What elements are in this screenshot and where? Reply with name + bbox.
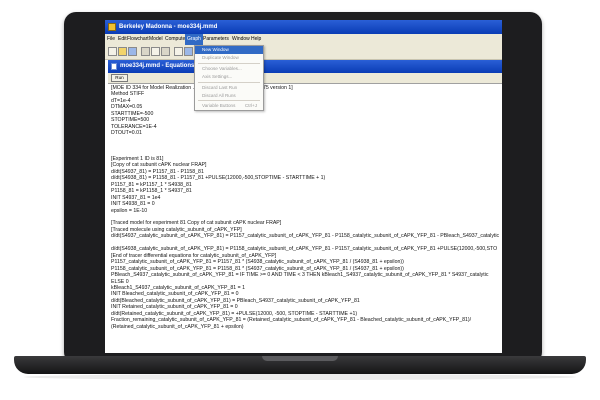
graph-menu-item-axis-settings[interactable]: Axis Settings... [195, 73, 263, 81]
equation-line: P1157_81 = kP1157_1 * S4938_81 [111, 181, 192, 188]
equations-editor[interactable]: [MOE ID 334 for Model Realization ... ly… [108, 83, 502, 353]
graph-menu-item-discard-all-runs[interactable]: Discard All Runs [195, 92, 263, 100]
copy-icon[interactable] [151, 47, 160, 56]
menu-separator [198, 82, 260, 83]
equation-line: ELSE 0 [111, 278, 129, 285]
equation-line: INIT S4938_81 = 0 [111, 201, 155, 208]
menu-item-label: Duplicate Window [202, 55, 239, 60]
equation-line: Method STIFF [111, 91, 145, 98]
help-icon[interactable] [184, 47, 193, 56]
menu-item-label: Discard All Runs [202, 93, 236, 98]
equation-line: INIT Bleached_catalytic_subunit_of_cAPK_… [111, 291, 239, 298]
equation-line: [Traced model for experiment 81 Copy of … [111, 220, 282, 227]
graph-menu-item-choose-variables[interactable]: Choose Variables... [195, 65, 263, 73]
app-icon [108, 23, 116, 31]
equation-line: (Retained_catalytic_subunit_of_cAPK_YFP_… [111, 323, 244, 330]
menu-item-label: Variable Buttons [202, 103, 236, 108]
menu-separator [198, 100, 260, 101]
equation-line: d/dt(Retained_catalytic_subunit_of_cAPK_… [111, 310, 358, 317]
equations-window-titlebar: moe334j.mmd - Equations [108, 60, 502, 73]
equation-line: d/dt(Bleached_catalytic_subunit_of_cAPK_… [111, 297, 360, 304]
equation-line: [Copy of cat subunit cAPK nuclear FRAP] [111, 162, 207, 169]
graph-menu-item-duplicate-window[interactable]: Duplicate Window [195, 54, 263, 62]
equation-line: TOLERANCE=1E-4 [111, 123, 157, 130]
window-title: Berkeley Madonna - moe334j.mmd [119, 24, 218, 30]
equation-line: DTMAX=0.05 [111, 104, 143, 111]
menu-separator [198, 63, 260, 64]
equation-line: kBleach1_S4937_catalytic_subunit_of_cAPK… [111, 284, 245, 291]
laptop-screen: Berkeley Madonna - moe334j.mmd File Edit F… [105, 20, 502, 353]
run-button[interactable]: Run [111, 74, 128, 82]
equations-window-title: moe334j.mmd - Equations [120, 63, 195, 69]
menu-help[interactable]: Help [249, 34, 263, 45]
menu-compute[interactable]: Compute [163, 34, 187, 45]
equation-line: d/dt(S4937_catalytic_subunit_of_cAPK_YFP… [111, 233, 500, 240]
laptop-shadow [24, 374, 576, 380]
equation-line: d/dt(S4938_catalytic_subunit_of_cAPK_YFP… [111, 246, 498, 253]
menu-bar: File Edit Flowchart Model Compute Graph Parame… [105, 34, 502, 45]
equation-line: P1158_81 = kP1158_1 * S4937_81 [111, 188, 192, 195]
print-icon[interactable] [174, 47, 183, 56]
laptop-base-notch [262, 356, 338, 361]
equation-line: P1158_catalytic_subunit_of_cAPK_YFP_81 =… [111, 265, 404, 272]
equation-line: INIT Retained_catalytic_subunit_of_cAPK_… [111, 304, 238, 311]
equation-line: [Experiment 1 ID is 81] [111, 155, 164, 162]
graph-menu-item-new-window[interactable]: New Window [195, 46, 263, 54]
equation-line: dT=1e-4 [111, 97, 131, 104]
menu-item-shortcut: Ctrl+J [244, 103, 257, 108]
document-icon [111, 63, 117, 70]
app-titlebar: Berkeley Madonna - moe334j.mmd [105, 20, 502, 34]
graph-menu-item-variable-buttons[interactable]: Variable Buttons Ctrl+J [195, 102, 263, 110]
open-folder-icon[interactable] [118, 47, 127, 56]
menu-item-label: Discard Last Run [202, 85, 238, 90]
paste-icon[interactable] [161, 47, 170, 56]
equation-line: P1157_catalytic_subunit_of_cAPK_YFP_81 =… [111, 259, 404, 266]
equation-line: [Traced molecule using catalytic_subunit… [111, 226, 242, 233]
equation-line: [End of tracer differential equations fo… [111, 252, 277, 259]
equation-line: INIT S4937_81 = 1e4 [111, 194, 161, 201]
save-icon[interactable] [128, 47, 137, 56]
equation-line: STARTTIME=-500 [111, 110, 154, 117]
equation-line: d/dt(S4937_81) = P1157_81 - P1158_81 [111, 168, 204, 175]
menu-parameters[interactable]: Parameters [201, 34, 231, 45]
equations-toolbar: Run [108, 73, 502, 83]
new-file-icon[interactable] [108, 47, 117, 56]
equation-line: PBleach_S4937_catalytic_subunit_of_cAPK_… [111, 272, 489, 279]
graph-menu-dropdown: New Window Duplicate Window Choose Variabl… [194, 45, 264, 111]
equation-line: Fraction_remaining_catalytic_subunit_of_… [111, 317, 472, 324]
graph-menu-item-discard-last-run[interactable]: Discard Last Run [195, 84, 263, 92]
equation-line: STOPTIME=500 [111, 117, 150, 124]
equation-line: DTOUT=0.01 [111, 130, 142, 137]
cut-icon[interactable] [141, 47, 150, 56]
main-toolbar [105, 45, 502, 60]
menu-item-label: Axis Settings... [202, 74, 233, 79]
menu-item-label: New Window [202, 47, 229, 52]
menu-item-label: Choose Variables... [202, 66, 242, 71]
equation-line: d/dt(S4938_81) = P1158_81 - P1157_81 +PU… [111, 175, 326, 182]
menu-model[interactable]: Model [147, 34, 165, 45]
equation-line: epsilon = 1E-10 [111, 207, 148, 214]
